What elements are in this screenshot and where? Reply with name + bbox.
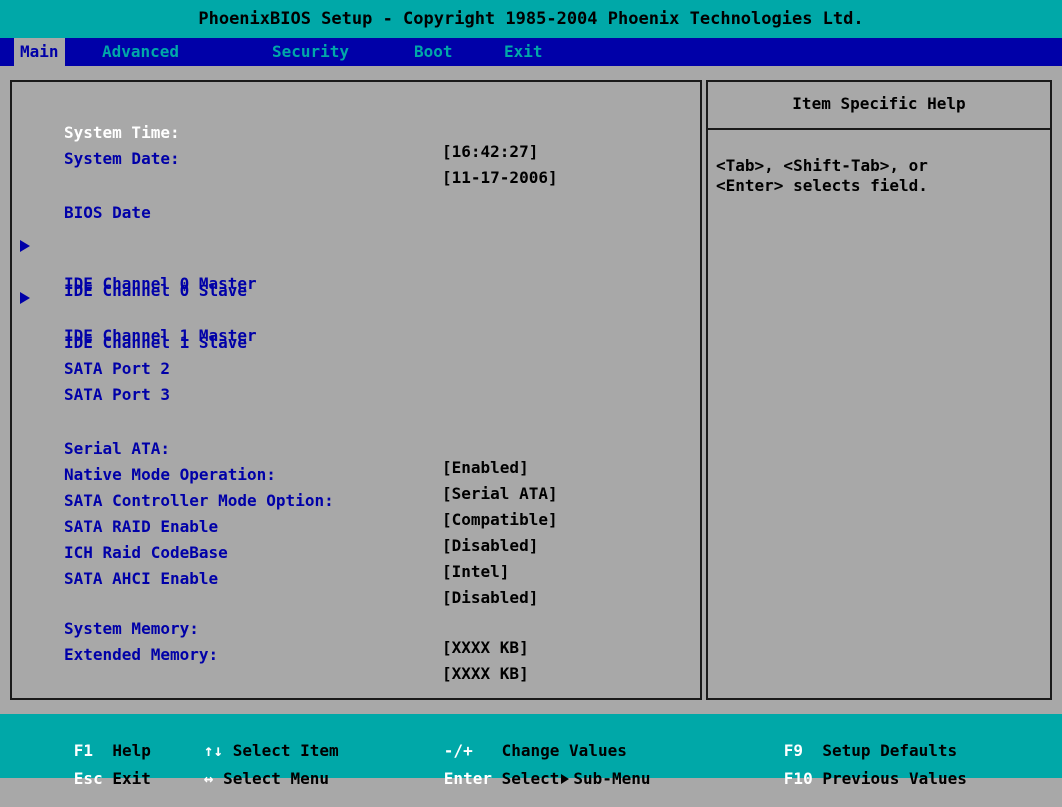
- setting-label: Serial ATA:: [64, 439, 170, 458]
- key-legend: F1 Help ↑↓ Select Item -/+ Change Values…: [0, 714, 1062, 788]
- setting-label: SATA AHCI Enable: [64, 569, 219, 588]
- key-enter: Enter: [443, 769, 492, 788]
- submenu-arrow-icon: [561, 774, 570, 784]
- help-title: Item Specific Help: [708, 82, 1050, 130]
- setting-value[interactable]: [11-17-2006]: [442, 168, 558, 187]
- setting-row-system-memory[interactable]: System Memory: [XXXX KB]: [12, 600, 529, 657]
- submenu-sata-port-3[interactable]: SATA Port 3: [12, 366, 170, 404]
- tab-boot[interactable]: Boot: [408, 38, 459, 66]
- submenu-ide-channel-0-master[interactable]: IDE Channel 0 Master: [12, 236, 257, 293]
- settings-panel: System Time: [16:42:27] System Date: [11…: [10, 80, 702, 700]
- submenu-arrow-icon: [20, 292, 30, 304]
- title-bar: PhoenixBIOS Setup - Copyright 1985-2004 …: [0, 0, 1062, 38]
- tab-exit[interactable]: Exit: [498, 38, 549, 66]
- setting-row-sata-controller-mode[interactable]: SATA Controller Mode Option: [Compatible…: [12, 472, 558, 529]
- key-left-right: ↔: [203, 769, 214, 788]
- legend-exit: Esc Exit: [16, 750, 151, 807]
- setting-label: SATA Port 3: [64, 385, 170, 404]
- setting-row-system-date[interactable]: System Date: [11-17-2006]: [12, 130, 558, 187]
- help-text-line: <Tab>, <Shift-Tab>, or: [716, 156, 928, 175]
- setting-label: SATA RAID Enable: [64, 517, 219, 536]
- setting-value[interactable]: [Enabled]: [442, 458, 529, 477]
- setting-label: Native Mode Operation:: [64, 465, 276, 484]
- setting-label: ICH Raid CodeBase: [64, 543, 228, 562]
- setting-label: IDE Channel 1 Slave: [64, 333, 248, 352]
- setting-label: SATA Port 2: [64, 359, 170, 378]
- legend-desc: Select: [501, 769, 560, 788]
- submenu-ide-channel-0-slave[interactable]: IDE Channel 0 Slave: [12, 262, 247, 300]
- legend-previous-values: F10 Previous Values: [726, 750, 967, 807]
- key-f10: F10: [783, 769, 813, 788]
- submenu-ide-channel-1-slave[interactable]: IDE Channel 1 Slave: [12, 314, 247, 352]
- submenu-sata-port-2[interactable]: SATA Port 2: [12, 340, 170, 378]
- tab-main[interactable]: Main: [14, 38, 65, 66]
- setting-value[interactable]: [Disabled]: [442, 588, 538, 607]
- setting-row-native-mode[interactable]: Native Mode Operation: [Serial ATA]: [12, 446, 558, 503]
- submenu-arrow-icon: [20, 240, 30, 252]
- setting-label: BIOS Date: [64, 203, 151, 222]
- setting-value[interactable]: [16:42:27]: [442, 142, 538, 161]
- setting-value[interactable]: [Intel]: [442, 562, 509, 581]
- setting-value[interactable]: [Disabled]: [442, 536, 538, 555]
- setting-row-bios-date[interactable]: BIOS Date: [12, 184, 151, 222]
- setting-label: System Time:: [64, 123, 180, 142]
- help-text-line: <Enter> selects field.: [716, 176, 928, 195]
- legend-desc: Previous Values: [822, 769, 967, 788]
- menu-bar: Main Advanced Security Boot Exit: [0, 38, 1062, 66]
- setting-label: SATA Controller Mode Option:: [64, 491, 334, 510]
- help-panel: Item Specific Help <Tab>, <Shift-Tab>, o…: [706, 80, 1052, 700]
- setting-value: [XXXX KB]: [442, 638, 529, 657]
- setting-row-sata-ahci[interactable]: SATA AHCI Enable [Disabled]: [12, 550, 538, 607]
- tab-advanced[interactable]: Advanced: [96, 38, 185, 66]
- bios-screen: PhoenixBIOS Setup - Copyright 1985-2004 …: [0, 0, 1062, 788]
- legend-desc: Sub-Menu: [573, 769, 651, 788]
- legend-select-menu: ↔ Select Menu: [146, 750, 329, 807]
- setting-row-extended-memory[interactable]: Extended Memory: [XXXX KB]: [12, 626, 529, 683]
- setting-row-sata-raid[interactable]: SATA RAID Enable [Disabled]: [12, 498, 538, 555]
- submenu-ide-channel-1-master[interactable]: IDE Channel 1 Master: [12, 288, 257, 345]
- setting-row-ich-raid-codebase[interactable]: ICH Raid CodeBase [Intel]: [12, 524, 509, 581]
- tab-security[interactable]: Security: [266, 38, 355, 66]
- setting-value[interactable]: [Compatible]: [442, 510, 558, 529]
- setting-label: IDE Channel 0 Slave: [64, 281, 248, 300]
- setting-value[interactable]: [Serial ATA]: [442, 484, 558, 503]
- setting-label: Extended Memory:: [64, 645, 219, 664]
- setting-value: [XXXX KB]: [442, 664, 529, 683]
- setting-row-serial-ata[interactable]: Serial ATA: [Enabled]: [12, 420, 529, 477]
- setting-label: System Memory:: [64, 619, 199, 638]
- setting-row-system-time[interactable]: System Time: [16:42:27]: [12, 104, 538, 161]
- key-esc: Esc: [73, 769, 103, 788]
- legend-select-submenu: Enter Select Sub-Menu: [386, 750, 651, 807]
- legend-desc: Select Menu: [223, 769, 330, 788]
- setting-label: System Date:: [64, 149, 180, 168]
